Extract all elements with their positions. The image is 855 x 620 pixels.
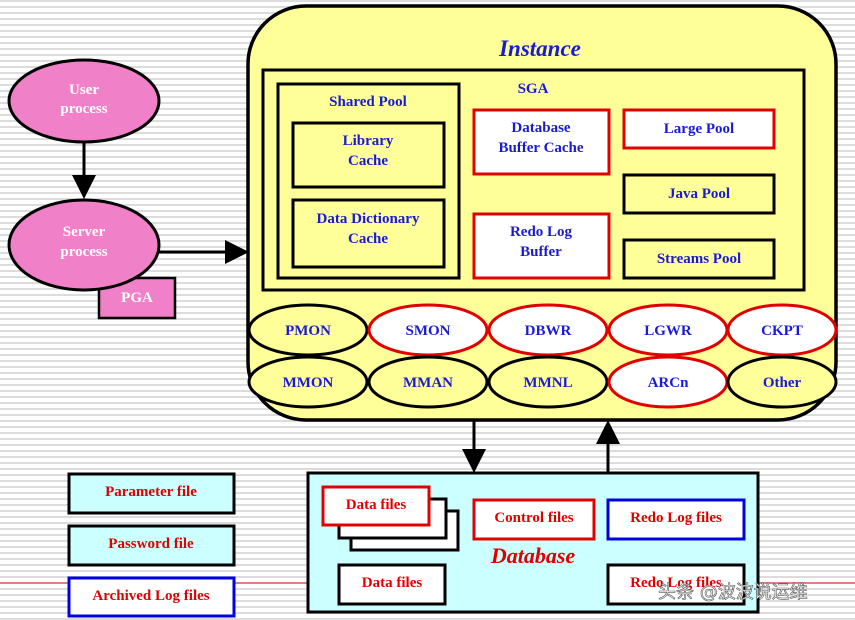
data-dictionary-cache-box: Data Dictionary Cache <box>291 198 446 269</box>
svg-text:Password file: Password file <box>108 536 194 552</box>
svg-text:Data files: Data files <box>362 575 423 591</box>
process-mmnl: MMNL <box>487 355 609 409</box>
svg-text:Cache: Cache <box>348 153 388 169</box>
svg-text:Shared Pool: Shared Pool <box>329 94 407 110</box>
parameter-file-box: Parameter file <box>67 472 236 515</box>
instance-title: Instance <box>498 36 581 61</box>
process-dbwr: DBWR <box>487 303 609 357</box>
user-process: User process <box>7 58 161 144</box>
svg-text:PMON: PMON <box>285 323 331 339</box>
database-title: Database <box>490 543 576 568</box>
svg-text:Streams Pool: Streams Pool <box>657 251 741 267</box>
redo-log-buffer-box: Redo Log Buffer <box>472 212 611 280</box>
svg-text:MMAN: MMAN <box>403 375 453 391</box>
svg-text:SGA: SGA <box>518 81 549 97</box>
database-buffer-cache-box: Database Buffer Cache <box>472 108 611 176</box>
svg-text:ARCn: ARCn <box>648 375 689 391</box>
streams-pool-box: Streams Pool <box>622 238 776 280</box>
svg-text:Buffer Cache: Buffer Cache <box>498 140 583 156</box>
svg-text:Buffer: Buffer <box>520 244 562 260</box>
svg-text:DBWR: DBWR <box>525 323 572 339</box>
svg-text:process: process <box>60 244 107 260</box>
process-smon: SMON <box>367 303 489 357</box>
control-files-box: Control files <box>472 498 596 541</box>
java-pool-box: Java Pool <box>622 173 776 215</box>
process-other: Other <box>726 355 838 409</box>
svg-text:Control files: Control files <box>494 510 573 526</box>
svg-text:Cache: Cache <box>348 231 388 247</box>
process-pmon: PMON <box>247 303 369 357</box>
svg-text:CKPT: CKPT <box>761 323 803 339</box>
svg-text:Database: Database <box>511 120 571 136</box>
svg-text:Archived Log files: Archived Log files <box>92 588 209 604</box>
password-file-box: Password file <box>67 524 236 567</box>
svg-text:Parameter file: Parameter file <box>105 484 197 500</box>
svg-text:Redo Log files: Redo Log files <box>630 510 722 526</box>
process-mmon: MMON <box>247 355 369 409</box>
svg-text:Data files: Data files <box>346 497 407 513</box>
process-mman: MMAN <box>367 355 489 409</box>
svg-text:process: process <box>60 101 107 117</box>
svg-text:MMON: MMON <box>283 375 334 391</box>
svg-text:Data Dictionary: Data Dictionary <box>317 211 420 227</box>
svg-text:Other: Other <box>763 375 802 391</box>
process-arcn: ARCn <box>607 355 729 409</box>
svg-text:SMON: SMON <box>406 323 451 339</box>
svg-text:MMNL: MMNL <box>523 375 572 391</box>
svg-text:Server: Server <box>63 224 106 240</box>
svg-text:User: User <box>69 82 99 98</box>
svg-text:Redo Log: Redo Log <box>510 224 573 240</box>
process-lgwr: LGWR <box>607 303 729 357</box>
oracle-architecture-diagram: User process PGA Server process Instance… <box>0 0 855 620</box>
archived-log-files-box: Archived Log files <box>67 576 236 618</box>
svg-text:PGA: PGA <box>121 290 153 306</box>
watermark: 头条 @波波说运维 <box>658 582 808 603</box>
data-files-box: Data files <box>337 563 447 606</box>
redo-log-files-box: Redo Log files <box>606 498 746 541</box>
svg-text:Java Pool: Java Pool <box>668 186 730 202</box>
process-ckpt: CKPT <box>726 303 838 357</box>
large-pool-box: Large Pool <box>622 108 776 150</box>
svg-text:LGWR: LGWR <box>644 323 692 339</box>
svg-text:Large Pool: Large Pool <box>664 121 734 137</box>
svg-text:Library: Library <box>343 133 394 149</box>
server-process: Server process <box>7 198 161 292</box>
library-cache-box: Library Cache <box>291 121 446 189</box>
